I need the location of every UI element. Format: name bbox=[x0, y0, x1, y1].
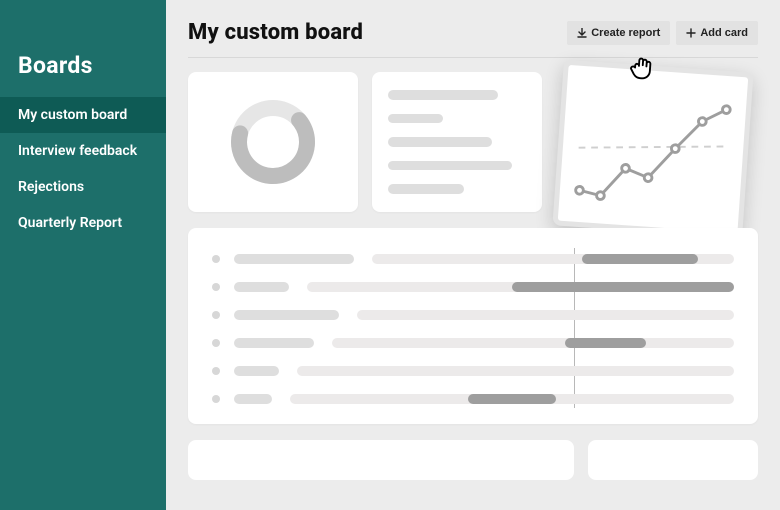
placeholder-line bbox=[388, 161, 512, 171]
row-label-placeholder bbox=[234, 394, 272, 404]
bullet-icon bbox=[212, 367, 220, 375]
bullet-icon bbox=[212, 255, 220, 263]
line-chart bbox=[566, 73, 739, 224]
bar-row bbox=[212, 282, 734, 292]
page-title: My custom board bbox=[188, 20, 363, 45]
sidebar-item-my-custom-board[interactable]: My custom board bbox=[0, 97, 166, 133]
sidebar-item-label: My custom board bbox=[18, 107, 127, 123]
header-divider bbox=[188, 57, 758, 58]
row-label-placeholder bbox=[234, 366, 279, 376]
header: My custom board Create report Add card bbox=[188, 20, 758, 45]
button-label: Create report bbox=[591, 27, 660, 39]
sidebar-item-label: Rejections bbox=[18, 179, 84, 195]
placeholder-line bbox=[388, 184, 464, 194]
bullet-icon bbox=[212, 395, 220, 403]
header-actions: Create report Add card bbox=[567, 21, 758, 45]
bar-row bbox=[212, 394, 734, 404]
sidebar-item-label: Interview feedback bbox=[18, 143, 137, 159]
cards-row bbox=[188, 72, 758, 212]
button-label: Add card bbox=[700, 27, 748, 39]
bar-fill bbox=[565, 338, 645, 348]
placeholder-line bbox=[388, 137, 492, 147]
bar-fill bbox=[512, 282, 734, 292]
bar-row bbox=[212, 310, 734, 320]
create-report-button[interactable]: Create report bbox=[567, 21, 670, 45]
bar-track bbox=[357, 310, 734, 320]
line-chart-card-dragging[interactable] bbox=[552, 60, 753, 239]
text-placeholder-card[interactable] bbox=[372, 72, 542, 212]
row-label-placeholder bbox=[234, 338, 314, 348]
add-card-button[interactable]: Add card bbox=[676, 21, 758, 45]
bottom-row bbox=[188, 440, 758, 480]
row-label-placeholder bbox=[234, 310, 339, 320]
main: My custom board Create report Add card bbox=[166, 0, 780, 510]
sidebar-item-rejections[interactable]: Rejections bbox=[0, 169, 166, 205]
row-label-placeholder bbox=[234, 254, 354, 264]
bar-row bbox=[212, 254, 734, 264]
bar-track bbox=[372, 254, 734, 264]
donut-card[interactable] bbox=[188, 72, 358, 212]
bar-track bbox=[290, 394, 734, 404]
plus-icon bbox=[686, 28, 696, 38]
sidebar-title: Boards bbox=[0, 52, 166, 97]
card-peek[interactable] bbox=[588, 440, 758, 480]
bullet-icon bbox=[212, 311, 220, 319]
bullet-icon bbox=[212, 339, 220, 347]
bar-list-card[interactable] bbox=[188, 228, 758, 424]
sidebar-item-label: Quarterly Report bbox=[18, 215, 122, 231]
bar-track bbox=[332, 338, 734, 348]
row-label-placeholder bbox=[234, 282, 289, 292]
sidebar-item-quarterly-report[interactable]: Quarterly Report bbox=[0, 205, 166, 241]
donut-chart bbox=[223, 92, 323, 192]
bullet-icon bbox=[212, 283, 220, 291]
bar-row bbox=[212, 338, 734, 348]
bar-fill bbox=[468, 394, 557, 404]
placeholder-line bbox=[388, 90, 498, 100]
sidebar-item-interview-feedback[interactable]: Interview feedback bbox=[0, 133, 166, 169]
sidebar: Boards My custom board Interview feedbac… bbox=[0, 0, 166, 510]
card-peek[interactable] bbox=[188, 440, 574, 480]
bar-fill bbox=[582, 254, 698, 264]
grab-cursor-icon bbox=[626, 51, 658, 83]
bar-row bbox=[212, 366, 734, 376]
axis-line bbox=[574, 248, 575, 408]
bar-track bbox=[307, 282, 734, 292]
bar-track bbox=[297, 366, 734, 376]
download-icon bbox=[577, 28, 587, 38]
placeholder-line bbox=[388, 114, 443, 124]
